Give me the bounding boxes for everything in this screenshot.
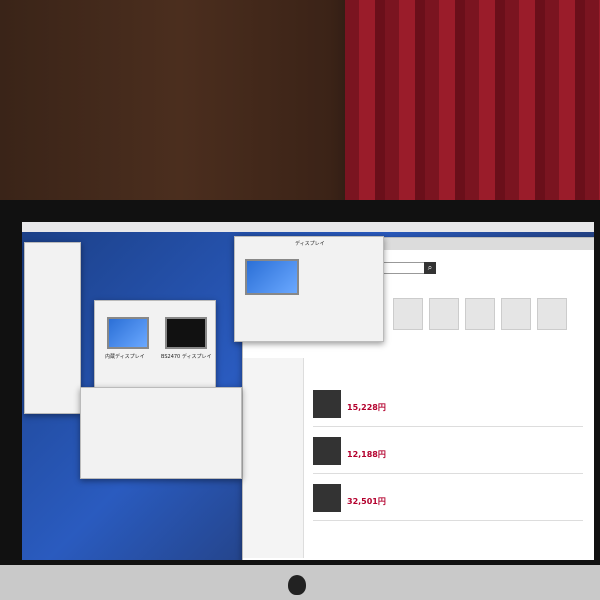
display-arrangement-dialog: 内蔵ディスプレイ BS2470 ディスプレイ (94, 300, 216, 392)
list-item[interactable]: 12,188円 (313, 435, 583, 474)
external-display-icon[interactable] (165, 317, 207, 349)
external-display-label: BS2470 ディスプレイ (161, 354, 212, 360)
finder-window (80, 387, 242, 479)
item-image (313, 484, 341, 512)
thumbnail[interactable] (393, 298, 423, 330)
display-preferences-window: ディスプレイ (234, 236, 384, 342)
thumbnail[interactable] (465, 298, 495, 330)
red-curtain (345, 0, 600, 205)
menu-bar (22, 222, 594, 232)
results-list: 15,228円 12,188円 32,501円 (313, 388, 583, 529)
screen: ⌕ 15,228円 12,188円 32,501円 ディスプレイ 内蔵ディスプレ… (22, 222, 594, 560)
filter-sidebar (243, 358, 304, 558)
display-preview (245, 259, 299, 295)
internal-display-label: 内蔵ディスプレイ (105, 354, 145, 360)
price: 15,228円 (347, 403, 386, 412)
thumbnail[interactable] (501, 298, 531, 330)
price: 32,501円 (347, 497, 386, 506)
thumbnail[interactable] (429, 298, 459, 330)
list-item[interactable]: 32,501円 (313, 482, 583, 521)
thumbnail[interactable] (537, 298, 567, 330)
item-image (313, 390, 341, 418)
list-item[interactable]: 15,228円 (313, 388, 583, 427)
internal-display-icon[interactable] (107, 317, 149, 349)
thumbnail-strip (393, 298, 593, 338)
tab-display[interactable]: ディスプレイ (295, 240, 325, 247)
search-icon[interactable]: ⌕ (424, 262, 436, 274)
apple-logo-icon (288, 575, 306, 595)
price: 12,188円 (347, 450, 386, 459)
system-info-window (24, 242, 81, 414)
item-image (313, 437, 341, 465)
